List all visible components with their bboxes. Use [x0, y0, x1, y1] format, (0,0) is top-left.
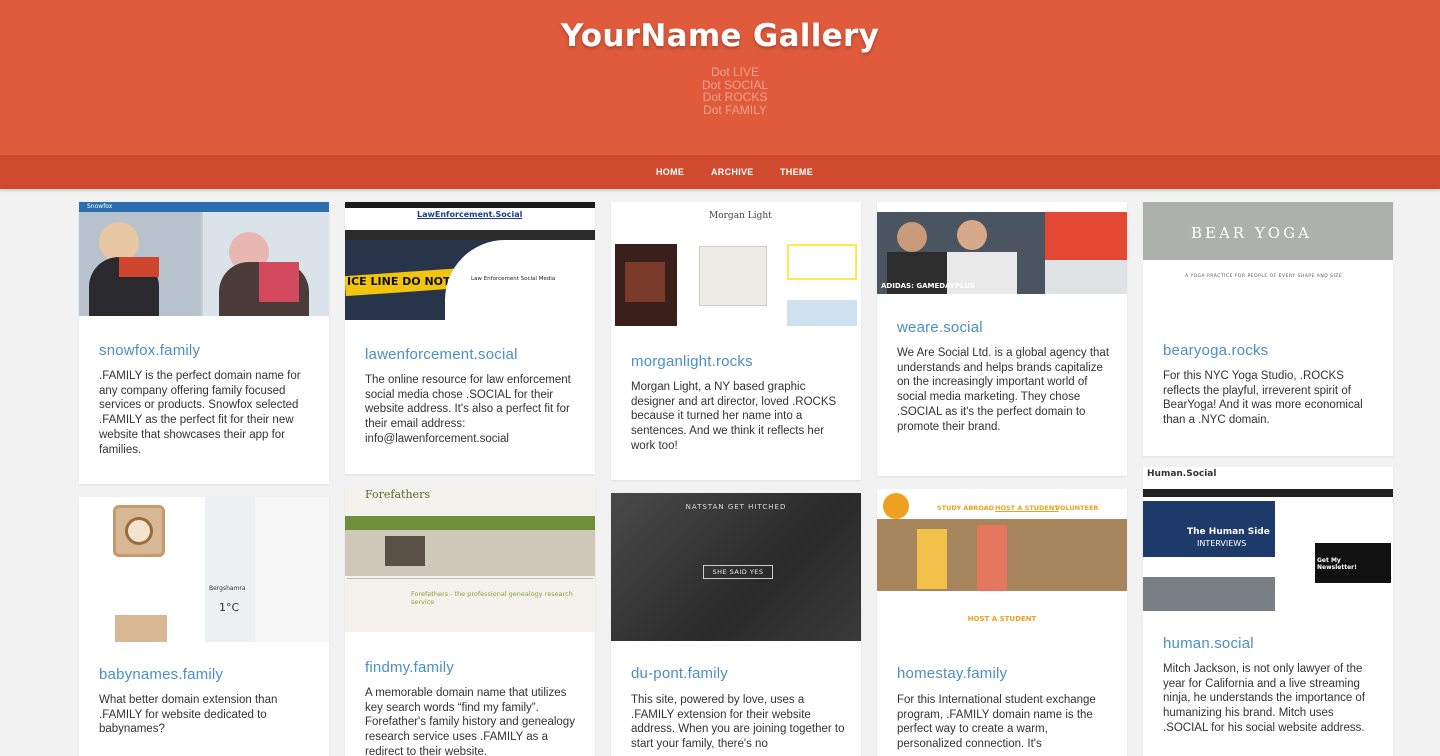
card-description: A memorable domain name that utilizes ke… — [365, 687, 575, 756]
thumbnail-menu-item: VOLUNTEER — [1055, 504, 1099, 512]
card-title[interactable]: bearyoga.rocks — [1163, 342, 1268, 359]
gallery-card: Human.Social The Human Side INTERVIEWS G… — [1143, 467, 1393, 756]
gallery-card: 1°C Bergshamra babynames.family What bet… — [79, 497, 329, 756]
card-description: What better domain extension than .FAMIL… — [99, 694, 278, 736]
thumbnail-logo: LawEnforcement.Social — [417, 210, 523, 219]
thumbnail-logo: Human.Social — [1147, 469, 1217, 479]
card-thumbnail[interactable]: Human.Social The Human Side INTERVIEWS G… — [1143, 467, 1393, 611]
thumbnail-menu-item: STUDY ABROAD — [937, 504, 995, 512]
thumbnail-tagline: A YOGA PRACTICE FOR PEOPLE OF EVERY SHAP… — [1185, 274, 1343, 279]
nav-theme[interactable]: THEME — [780, 167, 813, 177]
gallery-card: LawEnforcement.Social ICE LINE DO NOT La… — [345, 202, 595, 474]
thumbnail-caption: ADIDAS: GAMEDAYPLUS — [881, 282, 975, 290]
site-header: YourName Gallery Dot LIVE Dot SOCIAL Dot… — [0, 0, 1440, 155]
gallery-card: BEAR YOGA A YOGA PRACTICE FOR PEOPLE OF … — [1143, 202, 1393, 456]
card-title[interactable]: weare.social — [897, 319, 983, 336]
card-title[interactable]: findmy.family — [365, 659, 454, 676]
thumbnail-tape-text: ICE LINE DO NOT — [347, 275, 451, 288]
thumbnail-logo: Snowfox — [87, 203, 113, 210]
tagline: Dot ROCKS — [702, 90, 768, 104]
card-title[interactable]: morganlight.rocks — [631, 353, 753, 370]
nav-bar: HOME ARCHIVE THEME — [0, 155, 1440, 189]
card-description: Morgan Light, a NY based graphic designe… — [631, 381, 837, 452]
thumbnail-menu-item: HOST A STUDENT — [995, 504, 1059, 512]
gallery-card: Forefathers Forefathers - the profession… — [345, 486, 595, 756]
thumbnail-sub: INTERVIEWS — [1197, 539, 1247, 548]
card-thumbnail[interactable]: STUDY ABROAD HOST A STUDENT VOLUNTEER HO… — [877, 489, 1127, 647]
card-thumbnail[interactable]: NATSTAN GET HITCHED SHE SAID YES — [611, 493, 861, 641]
thumbnail-heading: NATSTAN GET HITCHED — [685, 503, 787, 511]
nav-home[interactable]: HOME — [656, 167, 684, 177]
card-title[interactable]: human.social — [1163, 635, 1254, 652]
thumbnail-logo: Morgan Light — [709, 211, 772, 221]
site-title[interactable]: YourName Gallery — [0, 18, 1440, 54]
card-description: Mitch Jackson, is not only lawyer of the… — [1163, 663, 1366, 734]
thumbnail-heading: HOST A STUDENT — [967, 615, 1037, 623]
card-thumbnail[interactable]: BEAR YOGA A YOGA PRACTICE FOR PEOPLE OF … — [1143, 202, 1393, 316]
card-title[interactable]: homestay.family — [897, 665, 1007, 682]
gallery-card: ADIDAS: GAMEDAYPLUS weare.social We Are … — [877, 202, 1127, 476]
card-description: We Are Social Ltd. is a global agency th… — [897, 347, 1110, 433]
card-title[interactable]: lawenforcement.social — [365, 346, 518, 363]
gallery-card: STUDY ABROAD HOST A STUDENT VOLUNTEER HO… — [877, 489, 1127, 756]
thumbnail-heading: Law Enforcement Social Media — [471, 276, 556, 282]
gallery-card: NATSTAN GET HITCHED SHE SAID YES du-pont… — [611, 493, 861, 756]
taglines: Dot LIVE Dot SOCIAL Dot ROCKS Dot FAMILY — [0, 66, 1440, 116]
thumbnail-button: SHE SAID YES — [703, 565, 773, 579]
card-thumbnail[interactable]: 1°C Bergshamra — [79, 497, 329, 642]
card-thumbnail[interactable]: ADIDAS: GAMEDAYPLUS — [877, 202, 1127, 294]
card-thumbnail[interactable]: LawEnforcement.Social ICE LINE DO NOT La… — [345, 202, 595, 320]
card-thumbnail[interactable]: Snowfox — [79, 202, 329, 316]
gallery-card: Snowfox snowfox.family .FAMILY is the pe… — [79, 202, 329, 484]
card-description: For this NYC Yoga Studio, .ROCKS reflect… — [1163, 370, 1363, 427]
card-thumbnail[interactable]: Morgan Light — [611, 202, 861, 328]
card-title[interactable]: du-pont.family — [631, 665, 728, 682]
nav-archive[interactable]: ARCHIVE — [711, 167, 754, 177]
thumbnail-heading: The Human Side — [1187, 527, 1270, 537]
thumbnail-temp: 1°C — [219, 601, 240, 614]
thumbnail-logo: BEAR YOGA — [1191, 224, 1312, 242]
card-thumbnail[interactable]: Forefathers Forefathers - the profession… — [345, 486, 595, 632]
tagline: Dot FAMILY — [703, 102, 767, 117]
gallery-card: Morgan Light morganlight.rocks Morgan Li… — [611, 202, 861, 480]
thumbnail-heading: Forefathers - the professional genealogy… — [411, 590, 573, 606]
card-title[interactable]: snowfox.family — [99, 342, 200, 359]
thumbnail-city: Bergshamra — [209, 585, 246, 592]
card-title[interactable]: babynames.family — [99, 666, 223, 683]
card-description: The online resource for law enforcement … — [365, 374, 571, 445]
tagline: Dot LIVE — [710, 65, 760, 79]
card-description: .FAMILY is the perfect domain name for a… — [99, 370, 301, 456]
card-description: For this International student exchange … — [897, 694, 1096, 751]
thumbnail-promo: Get My Newsletter! — [1317, 557, 1357, 571]
thumbnail-logo: Forefathers — [365, 488, 430, 501]
card-description: This site, powered by love, uses a .FAMI… — [631, 694, 845, 751]
